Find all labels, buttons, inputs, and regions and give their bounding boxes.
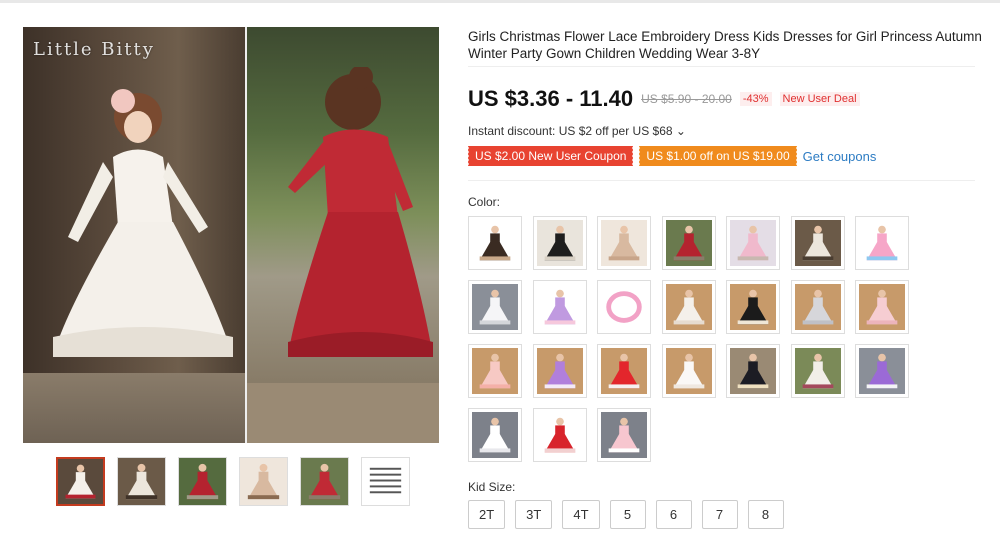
size-option-7[interactable]: 7 — [701, 500, 738, 529]
blush-tutu-dress-icon — [859, 284, 905, 330]
color-swatch-blush-tutu-dress[interactable] — [855, 280, 909, 334]
ivory-tutu-dress-icon — [665, 284, 712, 330]
red-ruffle-dress-icon — [536, 412, 583, 458]
girl-pink-dress-icon — [730, 220, 776, 266]
color-swatch-girl-pink-dress[interactable] — [726, 216, 780, 270]
size-option-2t[interactable]: 2T — [468, 500, 506, 529]
color-label: Color: — [468, 195, 501, 209]
color-swatch-two-girls-beige[interactable] — [597, 216, 651, 270]
thumbnail-girl-ivory-dress[interactable] — [117, 457, 166, 506]
main-product-image[interactable]: Little Bitty — [23, 27, 439, 443]
white-layered-dress-icon — [665, 348, 712, 394]
new-user-deal-badge: New User Deal — [779, 92, 860, 106]
size-option-4t[interactable]: 4T — [562, 500, 600, 529]
girl-red-dress-icon — [665, 220, 712, 266]
flower-crown-icon — [601, 284, 647, 330]
peach-tutu-dress-icon — [472, 348, 518, 394]
black-sequin-dress-icon — [730, 284, 776, 330]
store-coupon[interactable]: US $1.00 off on US $19.00 — [638, 146, 797, 166]
grey-tutu-dress-icon — [794, 284, 841, 330]
size-option-8[interactable]: 8 — [747, 500, 784, 529]
color-swatch-grey-tutu-dress[interactable] — [790, 280, 845, 334]
girl-black-white-dress-icon — [536, 220, 583, 266]
color-swatch-purple-tutu-dress[interactable] — [532, 344, 587, 398]
divider — [468, 66, 975, 67]
get-coupons-link[interactable]: Get coupons — [803, 149, 877, 164]
kid-size-label: Kid Size: — [468, 480, 516, 494]
lavender-tutu-dress-icon — [536, 284, 583, 330]
thumbnail-size-chart[interactable] — [361, 457, 410, 506]
current-price: US $3.36 - 11.40 — [468, 86, 634, 111]
two-girls-beige-icon — [601, 220, 647, 266]
thumbnail-two-girls-white-red[interactable] — [56, 457, 105, 506]
color-swatch-pink-ruffle-dress[interactable] — [597, 408, 651, 462]
size-options: 2T 3T 4T 5 6 7 8 — [468, 500, 784, 529]
coupon-row: US $2.00 New User Coupon US $1.00 off on… — [466, 146, 877, 166]
girl-ivory-dress-icon — [794, 220, 841, 266]
price-row: US $3.36 - 11.40 US $5.90 - 20.00 -43% N… — [468, 86, 860, 112]
color-swatch-lavender-tutu-dress[interactable] — [532, 280, 587, 334]
purple-tutu-dress-icon — [536, 348, 583, 394]
violet-tutu-dress-icon — [859, 348, 905, 394]
discount-badge: -43% — [739, 92, 772, 106]
pink-ruffle-dress-icon — [601, 412, 647, 458]
color-swatch-white-layered-dress[interactable] — [661, 344, 716, 398]
color-swatch-red-ruffle-dress[interactable] — [532, 408, 587, 462]
color-swatch-girl-black-white-dress[interactable] — [532, 216, 587, 270]
color-swatch-grid — [468, 216, 918, 462]
product-title: Girls Christmas Flower Lace Embroidery D… — [468, 29, 982, 61]
original-price: US $5.90 - 20.00 — [641, 92, 732, 106]
brand-watermark: Little Bitty — [33, 39, 155, 60]
color-swatch-ivory-tutu-dress[interactable] — [661, 280, 716, 334]
color-swatch-violet-tutu-dress[interactable] — [855, 344, 909, 398]
color-swatch-flower-crown[interactable] — [597, 280, 651, 334]
red-tutu-dress-icon — [601, 348, 647, 394]
color-swatch-white-tutu-dress[interactable] — [468, 280, 522, 334]
color-swatch-black-sequin-dress[interactable] — [726, 280, 780, 334]
size-option-6[interactable]: 6 — [655, 500, 692, 529]
top-divider — [0, 0, 1000, 3]
color-swatch-floral-print-dress[interactable] — [790, 344, 845, 398]
white-ruffle-dress-icon — [472, 412, 518, 458]
white-tutu-dress-icon — [472, 284, 518, 330]
floral-print-dress-icon — [794, 348, 841, 394]
divider — [468, 180, 975, 181]
black-star-dress-icon — [730, 348, 776, 394]
white-lace-dress-figure — [53, 89, 233, 357]
color-swatch-tiered-black-dress[interactable] — [468, 216, 522, 270]
tiered-black-dress-icon — [472, 220, 518, 266]
instant-discount-dropdown[interactable]: Instant discount: US $2 off per US $68 ⌄ — [468, 124, 686, 138]
color-swatch-girl-ivory-dress[interactable] — [790, 216, 845, 270]
color-swatch-girl-red-dress[interactable] — [661, 216, 716, 270]
size-option-5[interactable]: 5 — [609, 500, 646, 529]
color-swatch-white-ruffle-dress[interactable] — [468, 408, 522, 462]
thumbnail-girl-red-dress[interactable] — [178, 457, 227, 506]
color-swatch-black-star-dress[interactable] — [726, 344, 780, 398]
thumbnail-girl-red-dress[interactable] — [300, 457, 349, 506]
color-swatch-rainbow-tutu[interactable] — [855, 216, 909, 270]
red-lace-dress-figure — [288, 67, 433, 357]
thumbnail-strip — [56, 457, 410, 506]
new-user-coupon[interactable]: US $2.00 New User Coupon — [466, 146, 634, 166]
thumbnail-two-girls-beige[interactable] — [239, 457, 288, 506]
color-swatch-red-tutu-dress[interactable] — [597, 344, 651, 398]
color-swatch-peach-tutu-dress[interactable] — [468, 344, 522, 398]
rainbow-tutu-icon — [859, 220, 905, 266]
size-option-3t[interactable]: 3T — [515, 500, 553, 529]
